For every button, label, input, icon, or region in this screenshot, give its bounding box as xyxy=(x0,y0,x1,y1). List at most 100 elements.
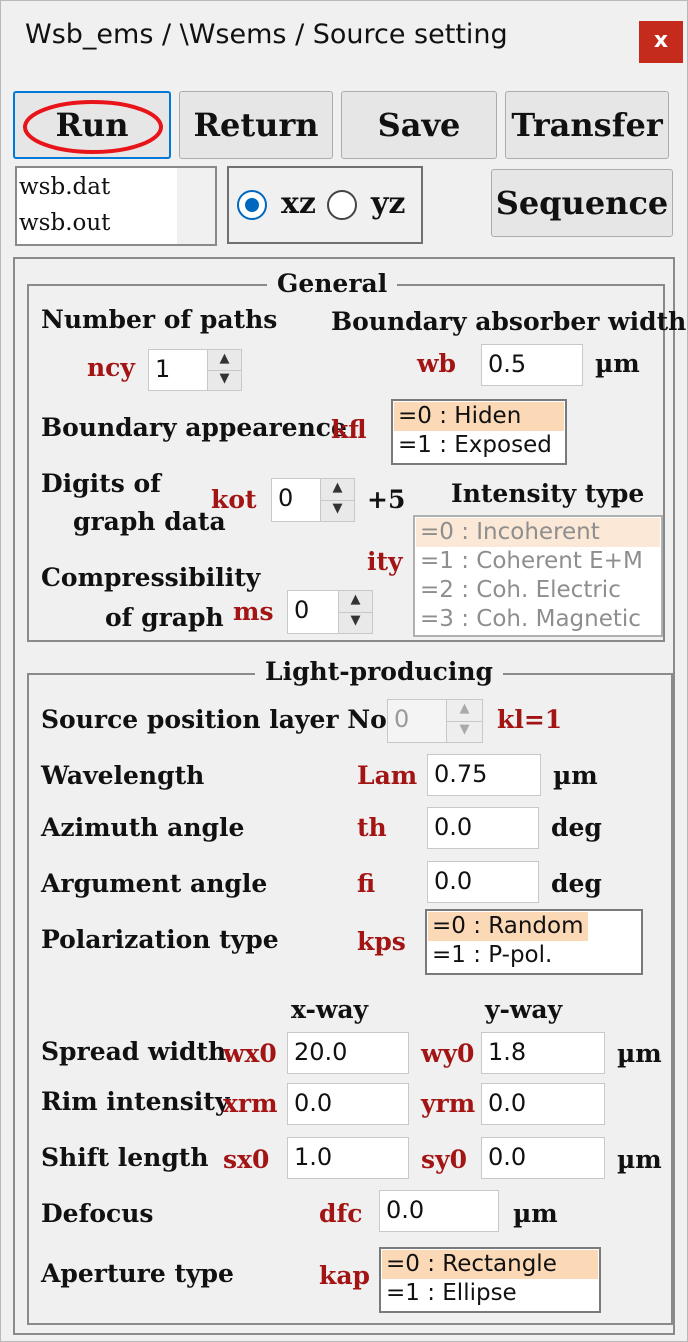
polarization-option-ppol[interactable]: =1 : P-pol. xyxy=(428,941,640,970)
sx0-var: sx0 xyxy=(223,1145,270,1174)
dfc-input[interactable]: 0.0 xyxy=(379,1190,499,1232)
digits-label-2: graph data xyxy=(73,507,226,536)
spin-up-icon[interactable]: ▲ xyxy=(321,479,354,501)
polarization-option-random[interactable]: =0 : Random xyxy=(428,912,588,941)
th-var: th xyxy=(357,813,387,842)
aperture-option-ellipse[interactable]: =1 : Ellipse xyxy=(382,1279,598,1308)
sx0-input[interactable]: 1.0 xyxy=(287,1137,409,1179)
save-button[interactable]: Save xyxy=(341,91,497,159)
layer-label: Source position layer No. xyxy=(41,705,396,734)
kot-spinner[interactable]: 0 ▲ ▼ xyxy=(271,478,355,522)
xrm-var: xrm xyxy=(223,1089,278,1118)
layer-spinner: 0 ▲ ▼ xyxy=(387,699,483,743)
lam-unit: µm xyxy=(553,761,598,790)
wb-input[interactable]: 0.5 xyxy=(481,344,583,386)
ncy-spinner[interactable]: 1 ▲ ▼ xyxy=(148,349,242,391)
appearance-label: Boundary appearence xyxy=(41,413,347,442)
wx0-input[interactable]: 20.0 xyxy=(287,1032,409,1074)
paths-label: Number of paths xyxy=(41,305,278,334)
spin-up-icon: ▲ xyxy=(447,700,482,722)
ity-var: ity xyxy=(367,547,403,576)
ms-spin-buttons[interactable]: ▲ ▼ xyxy=(338,591,372,633)
yrm-var: yrm xyxy=(421,1089,476,1118)
intensity-option-electric: =2 : Coh. Electric xyxy=(420,577,621,603)
kot-spin-buttons[interactable]: ▲ ▼ xyxy=(320,479,354,521)
intensity-option-incoherent: =0 : Incoherent xyxy=(416,518,660,547)
ms-var: ms xyxy=(233,597,274,626)
spin-down-icon[interactable]: ▼ xyxy=(208,370,241,390)
dfc-unit: µm xyxy=(513,1199,558,1228)
plane-radio-group: xz yz xyxy=(227,166,423,244)
ncy-value: 1 xyxy=(155,355,171,383)
layer-spin-buttons: ▲ ▼ xyxy=(446,700,482,742)
wx0-var: wx0 xyxy=(223,1039,277,1068)
kl-var: kl=1 xyxy=(497,705,563,734)
ncy-spin-buttons[interactable]: ▲ ▼ xyxy=(207,350,241,390)
fi-input[interactable]: 0.0 xyxy=(427,861,539,903)
file-item-out[interactable]: wsb.out xyxy=(19,206,110,240)
appearance-option-hiden[interactable]: =0 : Hiden xyxy=(394,402,564,431)
rim-label: Rim intensity xyxy=(41,1087,230,1116)
wb-var: wb xyxy=(417,349,457,378)
general-legend: General xyxy=(267,269,398,298)
polarization-listbox[interactable]: =0 : Random =1 : P-pol. xyxy=(425,909,643,975)
radio-yz[interactable] xyxy=(327,190,357,220)
ms-spinner[interactable]: 0 ▲ ▼ xyxy=(287,590,373,634)
wb-unit: µm xyxy=(595,349,640,378)
spin-down-icon[interactable]: ▼ xyxy=(321,500,354,521)
spread-label: Spread width xyxy=(41,1037,227,1066)
file-list-scrollbar[interactable] xyxy=(177,168,215,244)
digits-label-1: Digits of xyxy=(41,469,161,498)
xrm-input[interactable]: 0.0 xyxy=(287,1083,409,1125)
yrm-input[interactable]: 0.0 xyxy=(481,1083,605,1125)
source-setting-window: Wsb_ems / \Wsems / Source setting x Run … xyxy=(0,0,688,1342)
kot-suffix: +5 xyxy=(367,485,406,514)
shift-unit: µm xyxy=(617,1145,662,1174)
highlight-ring xyxy=(23,100,163,154)
argument-label: Argument angle xyxy=(41,869,268,898)
yway-header: y-way xyxy=(485,995,563,1024)
transfer-button[interactable]: Transfer xyxy=(505,91,669,159)
close-button[interactable]: x xyxy=(639,21,683,63)
radio-xz[interactable] xyxy=(237,190,267,220)
ms-value: 0 xyxy=(294,596,310,624)
intensity-option-magnetic: =3 : Coh. Magnetic xyxy=(420,606,641,632)
appearance-listbox[interactable]: =0 : Hiden =1 : Exposed xyxy=(391,399,567,465)
spin-down-icon[interactable]: ▼ xyxy=(339,612,372,633)
compress-label-2: of graph xyxy=(105,603,224,632)
spin-up-icon[interactable]: ▲ xyxy=(208,350,241,371)
kot-var: kot xyxy=(211,485,257,514)
aperture-option-rectangle[interactable]: =0 : Rectangle xyxy=(382,1250,598,1279)
kfl-var: kfl xyxy=(331,415,367,444)
intensity-option-coherent: =1 : Coherent E+M xyxy=(420,548,643,574)
kot-value: 0 xyxy=(278,484,294,512)
window-title: Wsb_ems / \Wsems / Source setting xyxy=(25,19,508,50)
shift-label: Shift length xyxy=(41,1143,209,1172)
file-item-dat[interactable]: wsb.dat xyxy=(19,170,110,204)
kps-var: kps xyxy=(357,927,406,956)
intensity-label: Intensity type xyxy=(451,479,645,508)
return-button[interactable]: Return xyxy=(179,91,333,159)
th-unit: deg xyxy=(551,813,602,842)
lam-input[interactable]: 0.75 xyxy=(427,754,541,796)
wy0-input[interactable]: 1.8 xyxy=(481,1032,605,1074)
dfc-var: dfc xyxy=(319,1199,363,1228)
sequence-button[interactable]: Sequence xyxy=(491,169,673,237)
compress-label-1: Compressibility xyxy=(41,563,261,592)
aperture-listbox[interactable]: =0 : Rectangle =1 : Ellipse xyxy=(379,1247,601,1313)
lam-var: Lam xyxy=(357,761,418,790)
appearance-option-exposed[interactable]: =1 : Exposed xyxy=(394,431,564,460)
th-input[interactable]: 0.0 xyxy=(427,807,539,849)
fi-var: fi xyxy=(357,869,376,898)
spread-unit: µm xyxy=(617,1039,662,1068)
radio-xz-label[interactable]: xz xyxy=(281,186,316,221)
sy0-input[interactable]: 0.0 xyxy=(481,1137,605,1179)
spin-up-icon[interactable]: ▲ xyxy=(339,591,372,613)
defocus-label: Defocus xyxy=(41,1199,154,1228)
radio-yz-label[interactable]: yz xyxy=(371,186,405,221)
sy0-var: sy0 xyxy=(421,1145,467,1174)
intensity-listbox: =0 : Incoherent =1 : Coherent E+M =2 : C… xyxy=(413,515,663,637)
xway-header: x-way xyxy=(291,995,369,1024)
file-list[interactable]: wsb.dat wsb.out xyxy=(15,166,217,246)
layer-value: 0 xyxy=(394,705,410,733)
